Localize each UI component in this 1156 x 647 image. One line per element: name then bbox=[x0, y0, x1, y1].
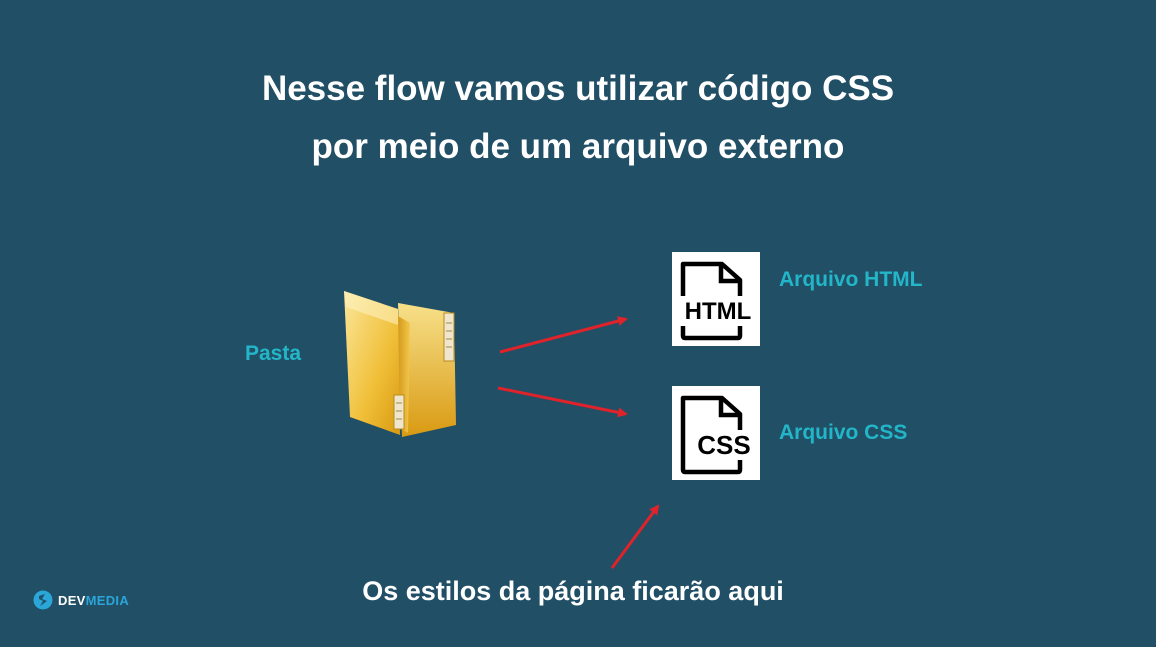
html-file-card: HTML bbox=[672, 252, 760, 346]
css-file-card: CSS bbox=[672, 386, 760, 480]
caption: Os estilos da página ficarão aqui bbox=[362, 576, 784, 606]
css-file-label: Arquivo CSS bbox=[779, 421, 908, 444]
css-file-icon: CSS bbox=[680, 395, 758, 475]
html-file-label: Arquivo HTML bbox=[779, 268, 923, 291]
flow-arrows bbox=[497, 316, 660, 569]
css-icon-text: CSS bbox=[697, 430, 750, 460]
devmedia-logo: DEVMEDIA bbox=[33, 590, 129, 610]
devmedia-logo-icon bbox=[33, 590, 53, 610]
arrow-to-css bbox=[497, 386, 628, 418]
arrow-to-html bbox=[499, 316, 628, 354]
html-file-icon: HTML bbox=[680, 261, 756, 341]
arrow-to-css-caption bbox=[610, 504, 660, 569]
devmedia-logo-text: DEVMEDIA bbox=[58, 592, 130, 608]
html-icon-text: HTML bbox=[685, 298, 752, 325]
